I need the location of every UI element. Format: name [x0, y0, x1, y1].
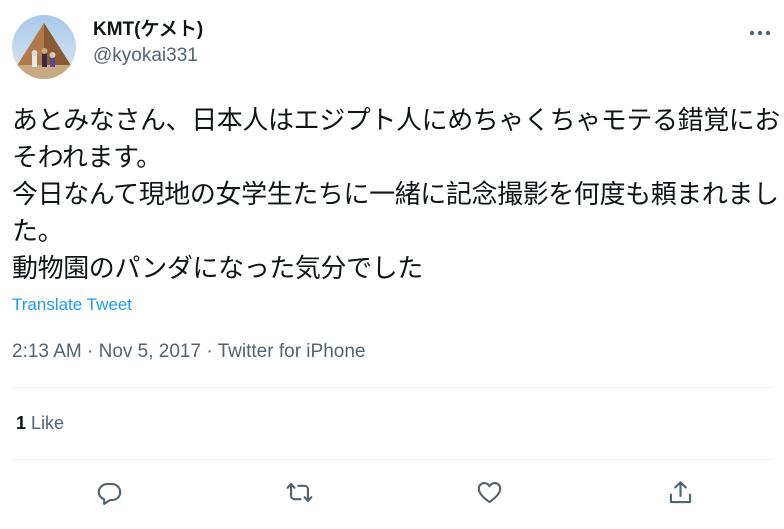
like-icon [477, 481, 501, 503]
like-count-label: Like [26, 413, 65, 433]
avatar[interactable] [12, 15, 76, 79]
retweet-button[interactable] [279, 472, 319, 512]
translate-tweet-link[interactable]: Translate Tweet [12, 295, 132, 315]
tweet-time[interactable]: 2:13 AM [12, 341, 82, 362]
tweet-meta: 2:13 AM · Nov 5, 2017 · Twitter for iPho… [12, 341, 365, 363]
reply-icon [97, 482, 121, 505]
tweet-date[interactable]: Nov 5, 2017 [99, 341, 201, 362]
profile-photo-icon [12, 15, 76, 79]
like-button[interactable] [469, 472, 509, 512]
like-count-number: 1 [16, 413, 27, 433]
divider [12, 459, 774, 460]
user-names: KMT(ケメト) @kyokai331 [93, 18, 203, 68]
meta-separator: · [81, 341, 99, 362]
share-button[interactable] [660, 472, 700, 512]
tweet-text: あとみなさん、日本人はエジプト人にめちゃくちゃモテる錯覚におそわれます。 今日な… [12, 106, 781, 284]
tweet-source[interactable]: Twitter for iPhone [218, 341, 366, 362]
meta-separator: · [201, 341, 218, 362]
more-button[interactable] [746, 23, 774, 43]
share-icon [669, 480, 691, 503]
divider [12, 387, 774, 388]
likes-count[interactable]: 1 Like [16, 413, 64, 434]
user-handle[interactable]: @kyokai331 [93, 44, 203, 68]
more-horizontal-icon [749, 30, 771, 36]
retweet-icon [286, 482, 312, 502]
reply-button[interactable] [89, 472, 129, 512]
display-name[interactable]: KMT(ケメト) [93, 18, 203, 42]
tweet-header: KMT(ケメト) @kyokai331 [12, 15, 774, 79]
action-bar [12, 472, 774, 512]
